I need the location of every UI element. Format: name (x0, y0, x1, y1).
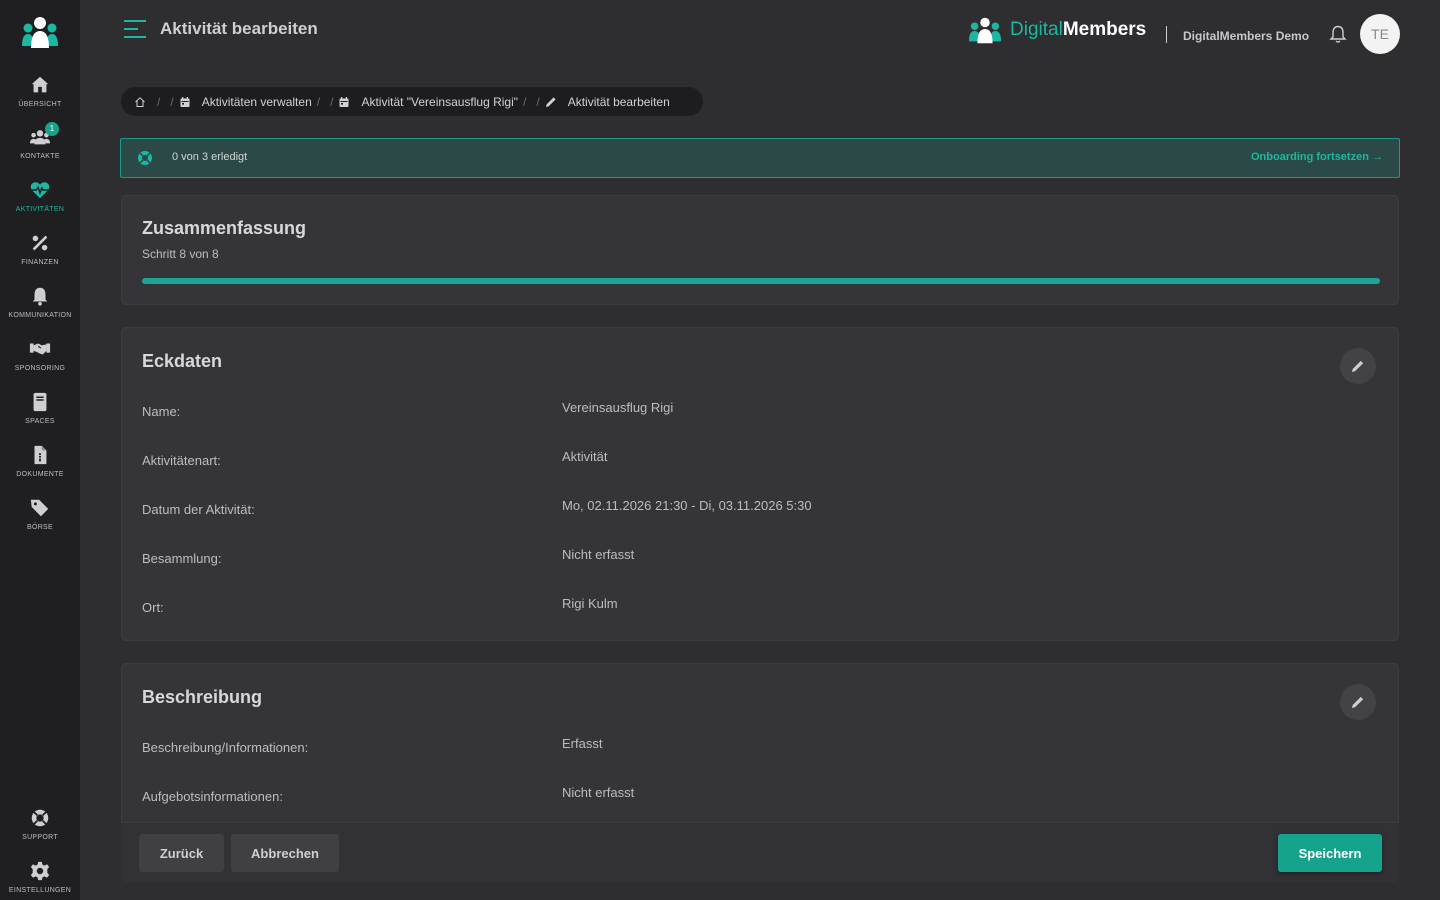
notification-bell-icon[interactable] (1328, 24, 1348, 44)
page-title: Aktivität bearbeiten (160, 19, 318, 38)
progress-bar (142, 278, 1380, 284)
name-value: Vereinsausflug Rigi (562, 400, 674, 415)
onboarding-status: 0 von 3 erledigt (172, 151, 248, 163)
ort-label: Ort: (142, 600, 164, 615)
sidebar-item-finanzen[interactable]: FINANZEN (0, 228, 80, 276)
sidebar-item-label: SPACES (25, 418, 55, 425)
digitalmembers-logo-icon (968, 17, 1002, 44)
sidebar-item-spaces[interactable]: SPACES (0, 387, 80, 435)
header-divider (1166, 26, 1167, 43)
breadcrumb-separator: / (536, 94, 540, 109)
breadcrumb-label: Aktivität bearbeiten (567, 94, 670, 109)
breadcrumb-label: Aktivität "Vereinsausflug Rigi" (361, 94, 519, 109)
calendar-icon (180, 96, 190, 107)
sidebar-item-label: BÖRSE (26, 524, 53, 531)
breadcrumb-item-aktivitaeten-verwalten[interactable]: Aktivitäten verwalten (179, 95, 312, 109)
onboarding-link-label: Onboarding fortsetzen (1250, 151, 1369, 163)
pencil-icon (1352, 360, 1364, 372)
user-avatar[interactable]: TE (1360, 14, 1400, 54)
breadcrumb-separator: / (330, 94, 334, 109)
onboarding-banner: 0 von 3 erledigt Onboarding fortsetzen → (120, 138, 1400, 178)
sidebar: ÜBERSICHT 1 KONTAKTE AKTIVITÄTEN FINANZE… (0, 0, 80, 900)
datum-value: Mo, 02.11.2026 21:30 - Di, 03.11.2026 5:… (562, 498, 812, 513)
save-button[interactable]: Speichern (1278, 834, 1382, 872)
digitalmembers-logo[interactable] (20, 16, 60, 50)
back-button[interactable]: Zurück (139, 834, 224, 872)
summary-card: Zusammenfassung Schritt 8 von 8 (121, 195, 1399, 305)
breadcrumb: / / Aktivitäten verwalten / / Aktivität … (121, 87, 703, 116)
step-indicator: Schritt 8 von 8 (142, 247, 219, 261)
sidebar-item-kommunikation[interactable]: KOMMUNIKATION (0, 281, 80, 329)
beschreibung-informationen-value: Erfasst (562, 736, 603, 751)
besammlung-label: Besammlung: (142, 551, 222, 566)
menu-toggle-icon[interactable] (124, 19, 146, 39)
sidebar-item-label: DOKUMENTE (16, 471, 64, 478)
sidebar-item-dokumente[interactable]: DOKUMENTE (0, 440, 80, 488)
organization-name[interactable]: DigitalMembers Demo (1183, 29, 1309, 43)
aufgebotsinformationen-value: Nicht erfasst (562, 785, 635, 800)
tags-icon (30, 499, 49, 517)
brand-name-members: Members (1062, 19, 1147, 40)
ort-value: Rigi Kulm (562, 596, 618, 611)
home-outline-icon (135, 96, 145, 107)
lifering-icon (31, 809, 49, 827)
sidebar-item-label: KONTAKTE (20, 153, 60, 160)
datum-label: Datum der Aktivität: (142, 502, 255, 517)
eckdaten-title: Eckdaten (142, 351, 223, 371)
sidebar-item-kontakte[interactable]: 1 KONTAKTE (0, 122, 80, 170)
breadcrumb-item-current: Aktivität bearbeiten (545, 95, 670, 109)
cancel-button[interactable]: Abbrechen (231, 834, 339, 872)
breadcrumb-home[interactable] (134, 96, 152, 108)
besammlung-value: Nicht erfasst (562, 547, 635, 562)
sidebar-item-einstellungen[interactable]: EINSTELLUNGEN (0, 856, 80, 900)
sidebar-item-boerse[interactable]: BÖRSE (0, 493, 80, 541)
aktivitaetenart-label: Aktivitätenart: (142, 453, 221, 468)
book-icon (33, 392, 47, 412)
sidebar-item-label: SPONSORING (14, 365, 66, 372)
document-icon (34, 445, 47, 465)
sidebar-item-label: SUPPORT (22, 834, 58, 841)
breadcrumb-separator: / (316, 94, 321, 109)
sidebar-item-label: AKTIVITÄTEN (15, 206, 65, 213)
aktivitaetenart-value: Aktivität (562, 449, 608, 464)
edit-eckdaten-button[interactable] (1340, 348, 1376, 384)
sidebar-item-support[interactable]: SUPPORT (0, 803, 80, 851)
sidebar-item-label: ÜBERSICHT (18, 101, 62, 108)
breadcrumb-separator: / (523, 94, 527, 109)
sidebar-item-uebersicht[interactable]: ÜBERSICHT (0, 70, 80, 118)
lifering-icon (138, 151, 152, 165)
gear-icon (30, 861, 50, 881)
sidebar-item-label: KOMMUNIKATION (8, 312, 72, 319)
breadcrumb-separator: / (170, 94, 174, 109)
name-label: Name: (142, 404, 181, 419)
eckdaten-card: Eckdaten Name: Vereinsausflug Rigi Aktiv… (121, 327, 1399, 641)
brand-logo[interactable]: DigitalMembers (968, 15, 1146, 45)
beschreibung-title: Beschreibung (142, 687, 263, 707)
sidebar-item-aktivitaeten[interactable]: AKTIVITÄTEN (0, 175, 80, 223)
form-actions-bar: Zurück Abbrechen Speichern (121, 822, 1399, 882)
home-icon (31, 76, 49, 93)
pencil-icon (1352, 696, 1364, 708)
handshake-icon (29, 343, 51, 355)
breadcrumb-separator: / (157, 94, 161, 109)
summary-title: Zusammenfassung (142, 218, 307, 238)
contacts-badge: 1 (45, 122, 59, 136)
aufgebotsinformationen-label: Aufgebotsinformationen: (142, 789, 283, 804)
bell-icon (32, 287, 48, 306)
arrow-right-icon: → (1372, 151, 1383, 163)
beschreibung-informationen-label: Beschreibung/Informationen: (142, 740, 309, 755)
heartbeat-icon (30, 182, 50, 199)
breadcrumb-label: Aktivitäten verwalten (201, 94, 312, 109)
breadcrumb-item-aktivitaet[interactable]: Aktivität "Vereinsausflug Rigi" (338, 95, 518, 109)
pencil-icon (545, 96, 556, 107)
percent-icon (32, 235, 48, 251)
sidebar-item-label: FINANZEN (21, 259, 59, 266)
calendar-icon (339, 96, 349, 107)
sidebar-item-sponsoring[interactable]: SPONSORING (0, 334, 80, 382)
onboarding-continue-link[interactable]: Onboarding fortsetzen → (1251, 151, 1383, 163)
sidebar-item-label: EINSTELLUNGEN (8, 887, 72, 894)
brand-name-digital: Digital (1010, 19, 1063, 40)
edit-beschreibung-button[interactable] (1340, 684, 1376, 720)
